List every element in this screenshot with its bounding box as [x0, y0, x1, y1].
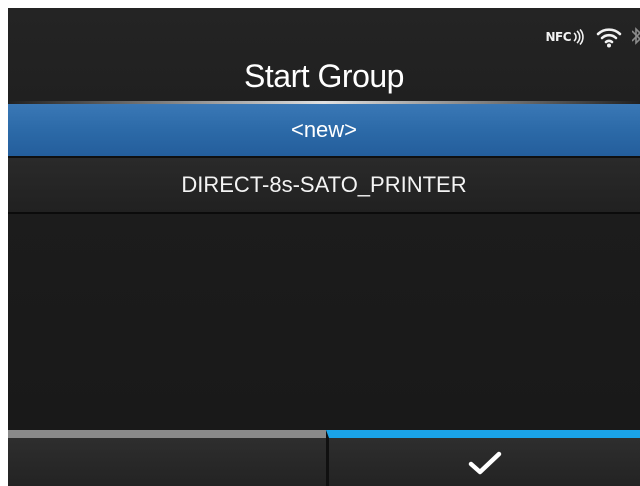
nfc-indicator: NFC: [545, 29, 586, 45]
nfc-label: NFC: [545, 30, 571, 44]
list-item-new[interactable]: <new>: [8, 104, 640, 158]
list-item-label: DIRECT-8s-SATO_PRINTER: [181, 172, 467, 197]
confirm-button[interactable]: [326, 430, 640, 486]
printer-screen: NFC Start Group <new> DIRECT-8s-SATO_PRI…: [8, 8, 640, 486]
back-button[interactable]: [8, 430, 326, 486]
check-icon: [468, 451, 501, 475]
nfc-icon: [573, 29, 584, 45]
bluetooth-icon: [632, 26, 640, 48]
list-item-direct-printer[interactable]: DIRECT-8s-SATO_PRINTER: [8, 158, 640, 214]
list-item-label: <new>: [290, 117, 358, 142]
wifi-icon: [596, 26, 622, 48]
status-bar: NFC: [545, 24, 640, 50]
page-title: Start Group: [244, 58, 404, 94]
group-list: <new> DIRECT-8s-SATO_PRINTER: [8, 104, 640, 214]
bottom-button-bar: [8, 430, 640, 486]
